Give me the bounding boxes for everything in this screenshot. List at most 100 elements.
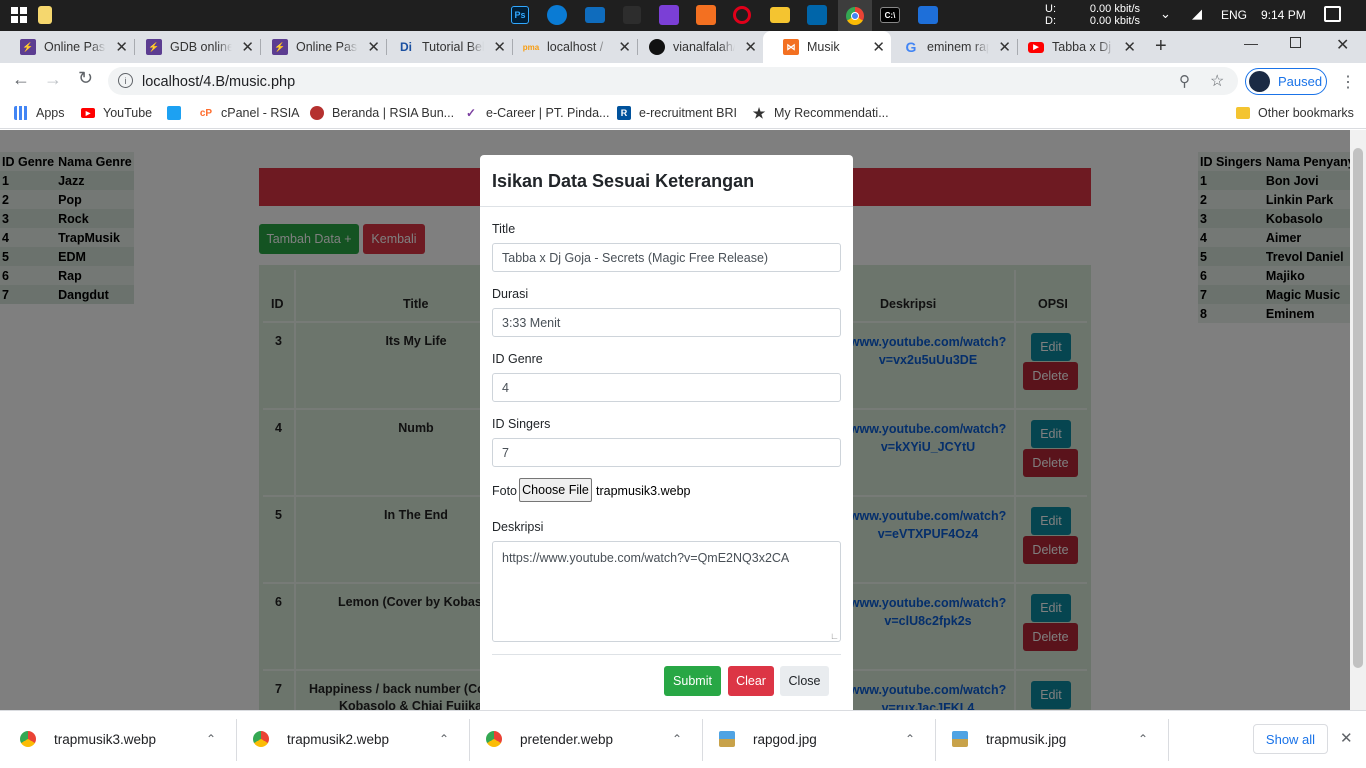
xampp-icon[interactable]	[696, 5, 716, 25]
info-icon[interactable]: i	[118, 73, 133, 88]
show-all-button[interactable]: Show all	[1253, 724, 1328, 754]
url-text[interactable]: localhost/4.B/music.php	[142, 74, 295, 90]
opera-icon[interactable]	[733, 6, 751, 24]
bookmark-cpanel[interactable]: cP cPanel - RSIA	[199, 106, 300, 120]
photos-icon[interactable]	[918, 6, 938, 24]
profile-button[interactable]: Paused	[1245, 68, 1327, 95]
title-input[interactable]: Tabba x Dj Goja - Secrets (Magic Free Re…	[492, 243, 841, 272]
sticky-notes-icon[interactable]	[38, 6, 52, 24]
download-item[interactable]: trapmusik2.webp	[253, 731, 389, 747]
tab-tutorial[interactable]: Di Tutorial Bel ✕	[378, 31, 512, 63]
bookmark-twitter[interactable]	[167, 106, 189, 120]
scrollbar-thumb[interactable]	[1353, 148, 1363, 668]
reload-icon[interactable]: ↻	[78, 68, 93, 89]
download-item[interactable]: trapmusik.jpg	[952, 731, 1066, 747]
bookmark-ecareer[interactable]: ✓ e-Career | PT. Pinda...	[464, 106, 609, 120]
forward-icon[interactable]: →	[44, 69, 62, 90]
mail-icon[interactable]	[585, 7, 605, 23]
windows-start-icon[interactable]	[8, 4, 30, 26]
twitter-icon	[167, 106, 181, 120]
windows-taskbar: Ps C:\ U: 0.00 kbit/s D: 0.00 kbit/s ⌄ ◢…	[0, 0, 1366, 31]
genre-input[interactable]: 4	[492, 373, 841, 402]
tab-title: vianalfalah/	[673, 40, 735, 54]
tab-localhost-phpmyadmin[interactable]: pma localhost / ✕	[503, 31, 637, 63]
image-icon	[719, 731, 735, 747]
store-icon[interactable]	[659, 5, 679, 25]
chrome-taskbar-icon[interactable]	[838, 0, 872, 31]
desc-textarea[interactable]: https://www.youtube.com/watch?v=QmE2NQ3x…	[492, 541, 841, 642]
chevron-up-icon[interactable]: ⌃	[672, 732, 682, 746]
close-downloads-icon[interactable]: ✕	[1340, 729, 1353, 747]
minimize-icon[interactable]: —	[1244, 35, 1258, 51]
new-tab-icon[interactable]: +	[1155, 35, 1167, 58]
download-filename: pretender.webp	[520, 731, 614, 747]
tab-title: eminem rap	[927, 40, 989, 54]
singers-input[interactable]: 7	[492, 438, 841, 467]
chevron-up-icon[interactable]: ⌃	[905, 732, 915, 746]
bookmark-label: My Recommendati...	[774, 106, 889, 120]
resize-handle-icon[interactable]: ∟	[830, 631, 839, 641]
tab-musik[interactable]: ⋈ Musik ✕	[763, 31, 891, 63]
tab-youtube-tabba[interactable]: ▶ Tabba x Dj ✕	[1008, 31, 1142, 63]
tab-title: Tutorial Bel	[422, 40, 484, 54]
di-icon: Di	[400, 40, 412, 54]
vscode-icon[interactable]	[807, 5, 827, 25]
download-filename: trapmusik.jpg	[986, 731, 1067, 747]
tab-google-eminem[interactable]: G eminem rap ✕	[883, 31, 1017, 63]
download-item[interactable]: rapgod.jpg	[719, 731, 817, 747]
close-button[interactable]: Close	[780, 666, 829, 696]
tab-online-pascal-2[interactable]: ⚡ Online Pasc ✕	[252, 31, 386, 63]
bri-icon: R	[617, 106, 631, 120]
wifi-icon[interactable]: ◢	[1192, 6, 1202, 22]
scrollbar[interactable]	[1350, 130, 1366, 710]
language-indicator[interactable]: ENG	[1221, 8, 1247, 22]
chevron-up-icon[interactable]: ⌃	[1138, 732, 1148, 746]
download-item[interactable]: trapmusik3.webp	[20, 731, 156, 747]
window-close-icon[interactable]: ✕	[1336, 35, 1349, 55]
durasi-input[interactable]: 3:33 Menit	[492, 308, 841, 337]
clock[interactable]: 9:14 PM	[1261, 8, 1306, 22]
download-item[interactable]: pretender.webp	[486, 731, 613, 747]
zoom-icon[interactable]: ⚲	[1179, 72, 1190, 90]
bookmark-bri[interactable]: R e-recruitment BRI	[617, 106, 737, 120]
bookmark-other[interactable]: Other bookmarks	[1236, 106, 1354, 120]
file-explorer-icon[interactable]	[770, 7, 790, 23]
bookmark-star-icon[interactable]: ☆	[1210, 71, 1224, 91]
career-icon: ✓	[465, 106, 477, 120]
terminal-icon[interactable]: C:\	[880, 7, 900, 23]
download-filename: trapmusik2.webp	[287, 731, 390, 747]
submit-button[interactable]: Submit	[664, 666, 721, 696]
net-download-label: D:	[1045, 15, 1056, 27]
chevron-down-icon[interactable]: ⌄	[1160, 6, 1171, 22]
app-icon[interactable]	[623, 6, 641, 24]
star-icon: ★	[752, 104, 766, 121]
notification-icon[interactable]	[1324, 6, 1341, 22]
avatar	[1249, 71, 1270, 92]
restore-icon[interactable]	[1290, 37, 1301, 48]
chevron-up-icon[interactable]: ⌃	[206, 732, 216, 746]
net-upload-label: U:	[1045, 3, 1056, 15]
close-icon[interactable]: ✕	[1123, 38, 1136, 56]
bookmark-rsia[interactable]: Beranda | RSIA Bun...	[310, 106, 454, 120]
edge-icon[interactable]	[547, 5, 567, 25]
genre-label: ID Genre	[492, 352, 543, 366]
tab-online-pascal-1[interactable]: ⚡ Online Pasc ✕	[0, 31, 134, 63]
downloads-bar: trapmusik3.webp ⌃ trapmusik2.webp ⌃ pret…	[0, 710, 1366, 768]
chevron-up-icon[interactable]: ⌃	[439, 732, 449, 746]
close-icon[interactable]: ✕	[744, 38, 757, 56]
bookmark-youtube[interactable]: ▶ YouTube	[81, 106, 152, 120]
bolt-icon: ⚡	[146, 39, 162, 55]
menu-kebab-icon[interactable]: ⋮	[1340, 72, 1356, 92]
tab-title: localhost /	[547, 40, 604, 54]
bookmark-apps[interactable]: Apps	[14, 106, 65, 120]
photoshop-icon[interactable]: Ps	[511, 6, 529, 24]
download-filename: rapgod.jpg	[753, 731, 817, 747]
phpmyadmin-icon: pma	[522, 42, 540, 52]
clear-button[interactable]: Clear	[728, 666, 774, 696]
google-icon: G	[905, 39, 917, 55]
tab-github[interactable]: vianalfalah/ ✕	[629, 31, 763, 63]
choose-file-button[interactable]: Choose File	[519, 478, 592, 502]
tab-gdb-online[interactable]: ⚡ GDB online ✕	[126, 31, 260, 63]
bookmark-recommendations[interactable]: ★ My Recommendati...	[752, 104, 889, 121]
back-icon[interactable]: ←	[12, 69, 30, 90]
